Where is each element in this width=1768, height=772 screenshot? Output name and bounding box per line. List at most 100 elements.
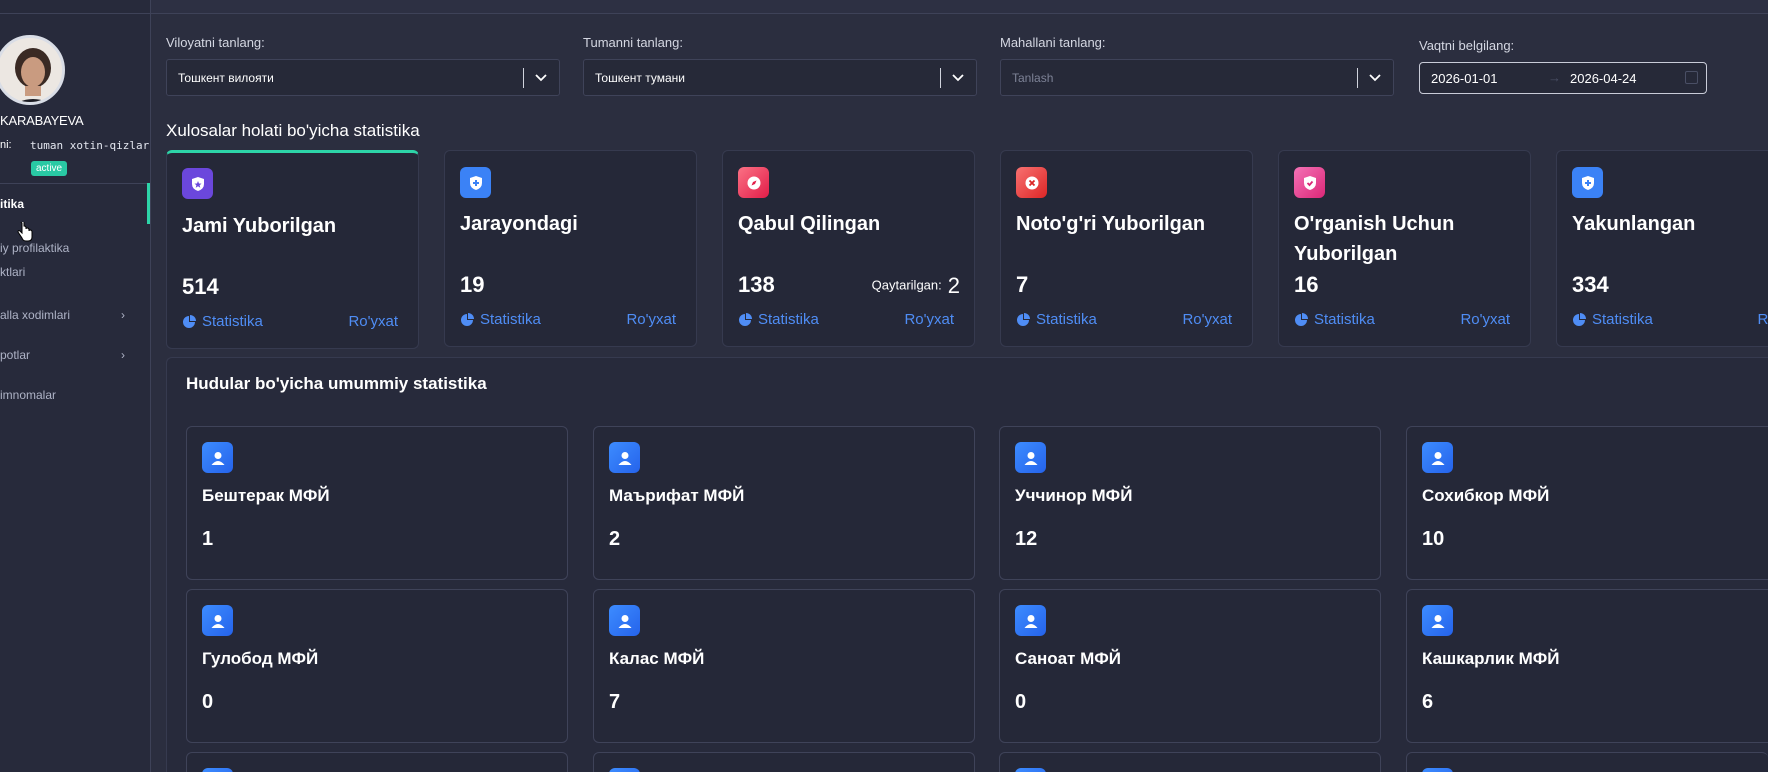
sidebar: KARABAYEVA ni: tuman xotin-qizlar active…: [0, 0, 151, 772]
chevron-down-icon: [952, 74, 964, 82]
mahalla-label: Mahallani tanlang:: [1000, 35, 1106, 50]
chevron-right-icon: ›: [121, 308, 125, 322]
user-name: KARABAYEVA: [0, 113, 84, 128]
region-card-partial[interactable]: [186, 752, 568, 772]
sidebar-item-yoriqnomalar[interactable]: imnomalar: [0, 388, 150, 402]
chevron-down-icon: [535, 74, 547, 82]
card-title: Jami Yuborilgan: [182, 215, 337, 237]
pie-chart-icon: [739, 312, 752, 326]
statistika-link[interactable]: Statistika: [460, 311, 541, 328]
district-label: Tumanni tanlang:: [583, 35, 683, 50]
card-value: 16: [1294, 272, 1319, 297]
status-card-in-progress: Jarayondagi 19 Statistika Ro'yxat: [444, 150, 697, 347]
user-icon: [1015, 605, 1046, 636]
user-icon: [202, 768, 233, 772]
district-select[interactable]: Тошкент тумани: [583, 59, 977, 96]
pie-chart-icon: [183, 314, 196, 328]
sidebar-item-label: itika: [0, 197, 25, 211]
statistika-label: Statistika: [1036, 311, 1097, 328]
region-card-partial[interactable]: [999, 752, 1381, 772]
royxat-link[interactable]: Ro'yxat: [1182, 311, 1232, 328]
calendar-icon[interactable]: [1685, 71, 1698, 84]
region-value: Тошкент вилояти: [178, 71, 274, 85]
card-value: 19: [460, 272, 485, 297]
card-title: Jarayondagi: [460, 213, 578, 235]
royxat-link[interactable]: Ro'yxat: [904, 311, 954, 328]
sidebar-item-hisobotlar[interactable]: potlar ›: [0, 348, 150, 362]
region-card[interactable]: Кашкарлик МФЙ 6: [1406, 589, 1768, 743]
select-separator: [523, 68, 524, 88]
region-value: 2: [609, 528, 621, 550]
date-range-picker[interactable]: 2026-01-01 → 2026-04-24: [1419, 62, 1707, 94]
pie-chart-icon: [1017, 312, 1030, 326]
user-icon: [202, 605, 233, 636]
royxat-link[interactable]: Ro'yxat: [626, 311, 676, 328]
avatar[interactable]: [0, 35, 65, 105]
statistika-label: Statistika: [758, 311, 819, 328]
close-circle-icon: [1016, 167, 1047, 198]
status-card-incorrect: Noto'g'ri Yuborilgan 7 Statistika Ro'yxa…: [1000, 150, 1253, 347]
top-bar: [151, 0, 1768, 14]
mahalla-placeholder: Tanlash: [1012, 71, 1054, 85]
region-card[interactable]: Гулобод МФЙ 0: [186, 589, 568, 743]
select-separator: [1357, 68, 1358, 88]
region-card[interactable]: Калас МФЙ 7: [593, 589, 975, 743]
district-value: Тошкент тумани: [595, 71, 685, 85]
sidebar-item-aktlari[interactable]: ktlari: [0, 265, 150, 279]
region-card[interactable]: Уччинор МФЙ 12: [999, 426, 1381, 580]
status-card-accepted: Qabul Qilingan 138 Qaytarilgan: 2 Statist…: [722, 150, 975, 347]
user-icon: [1422, 768, 1453, 772]
returned-value: 2: [947, 273, 960, 298]
compass-icon: [738, 167, 769, 198]
statistika-link[interactable]: Statistika: [738, 311, 819, 328]
card-value: 138: [738, 272, 775, 297]
user-icon: [202, 442, 233, 473]
sidebar-item-label: iy profilaktika: [0, 241, 70, 255]
card-title: Noto'g'ri Yuborilgan: [1016, 213, 1206, 235]
region-name: Бештерак МФЙ: [202, 486, 330, 505]
region-name: Калас МФЙ: [609, 649, 705, 668]
statistika-link[interactable]: Statistika: [1572, 311, 1653, 328]
user-icon: [609, 768, 640, 772]
card-title: Yakunlangan: [1572, 213, 1696, 235]
status-card-for-review: O'rganish Uchun Yuborilgan 16 Statistika…: [1278, 150, 1531, 347]
hand-cursor-icon: [17, 220, 33, 247]
royxat-link[interactable]: Ro'yxat: [348, 313, 398, 330]
user-icon: [1422, 442, 1453, 473]
sidebar-item-label: ktlari: [0, 265, 26, 279]
royxat-link[interactable]: Ro'yxat: [1460, 311, 1510, 328]
sidebar-top-divider: [0, 13, 150, 14]
royxat-link[interactable]: Ro'yxat: [1757, 311, 1768, 328]
date-to[interactable]: 2026-04-24: [1570, 71, 1637, 86]
statistika-label: Statistika: [202, 313, 263, 330]
region-select[interactable]: Тошкент вилояти: [166, 59, 560, 96]
mahalla-select[interactable]: Tanlash: [1000, 59, 1394, 96]
user-icon: [609, 605, 640, 636]
date-from[interactable]: 2026-01-01: [1431, 71, 1498, 86]
region-name: Саноат МФЙ: [1015, 649, 1121, 668]
plus-shield-icon: [1572, 167, 1603, 198]
region-card-partial[interactable]: [593, 752, 975, 772]
star-shield-icon: [182, 168, 213, 199]
region-card[interactable]: Саноат МФЙ 0: [999, 589, 1381, 743]
status-section-title: Xulosalar holati bo'yicha statistika: [166, 121, 420, 140]
status-card-completed: Yakunlangan 334 Statistika Ro'yxat: [1556, 150, 1768, 347]
sidebar-item-mahalla-xodimlari[interactable]: alla xodimlari ›: [0, 308, 150, 322]
select-separator: [940, 68, 941, 88]
card-value: 514: [182, 274, 219, 299]
region-card[interactable]: Сохибкор МФЙ 10: [1406, 426, 1768, 580]
statistika-link[interactable]: Statistika: [182, 313, 263, 330]
region-card[interactable]: Маърифат МФЙ 2: [593, 426, 975, 580]
user-icon: [609, 442, 640, 473]
region-name: Уччинор МФЙ: [1015, 486, 1133, 505]
arrow-right-icon: →: [1548, 70, 1561, 85]
statistika-link[interactable]: Statistika: [1016, 311, 1097, 328]
card-title: Qabul Qilingan: [738, 213, 881, 235]
user-icon: [1015, 442, 1046, 473]
statistika-label: Statistika: [1592, 311, 1653, 328]
card-title: O'rganish Uchun Yuborilgan: [1294, 213, 1455, 265]
region-card-partial[interactable]: [1406, 752, 1768, 772]
statistika-link[interactable]: Statistika: [1294, 311, 1375, 328]
sidebar-item-statistika[interactable]: itika: [0, 197, 150, 211]
region-card[interactable]: Бештерак МФЙ 1: [186, 426, 568, 580]
